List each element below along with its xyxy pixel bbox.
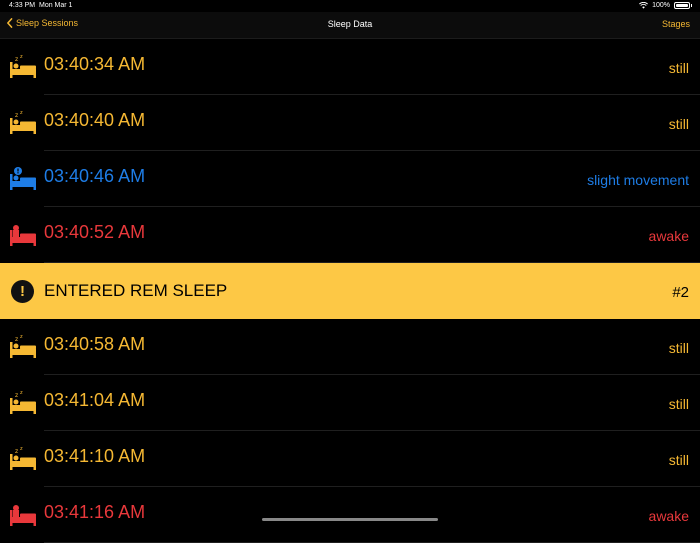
sleeping-bed-icon: zz: [9, 445, 37, 471]
entry-state: awake: [648, 508, 689, 524]
entry-state: still: [668, 452, 689, 468]
sleep-entry-row[interactable]: 03:41:16 AM awake: [0, 487, 700, 543]
entry-time: 03:40:46 AM: [44, 166, 146, 186]
entry-state: still: [668, 396, 689, 412]
entry-time: 03:40:52 AM: [44, 222, 146, 242]
sleep-entry-row[interactable]: 03:40:52 AM awake: [0, 207, 700, 263]
status-bar: 4:33 PM Mon Mar 1 100%: [0, 0, 700, 12]
entry-state: awake: [648, 228, 689, 244]
entry-state: still: [668, 340, 689, 356]
exclamation-icon: !: [11, 280, 34, 303]
svg-text:z: z: [20, 446, 23, 452]
sleeping-bed-icon: zz: [9, 109, 37, 135]
battery-icon: [674, 2, 690, 9]
entry-time: 03:40:34 AM: [44, 54, 146, 74]
sleep-entry-row[interactable]: z z 03:40:34 AM still: [0, 39, 700, 95]
status-right: 100%: [639, 2, 692, 9]
entry-time: 03:41:04 AM: [44, 390, 146, 410]
svg-text:z: z: [15, 392, 18, 399]
awake-bed-icon: [9, 501, 37, 527]
rem-sleep-banner[interactable]: ! ENTERED REM SLEEP #2: [0, 263, 700, 319]
sleep-entry-row[interactable]: 03:40:46 AM slight movement: [0, 151, 700, 207]
svg-text:z: z: [20, 334, 23, 340]
sleep-data-list: z z 03:40:34 AM still z z 03:40:40 AM still 03:4…: [0, 39, 700, 543]
svg-text:z: z: [15, 112, 18, 119]
battery-tip: [691, 4, 692, 7]
status-date: Mon Mar 1: [39, 2, 73, 9]
sleeping-bed-icon: zz: [9, 53, 37, 79]
svg-text:z: z: [15, 448, 18, 455]
movement-bed-icon: [9, 165, 37, 191]
svg-text:z: z: [20, 390, 23, 396]
entry-state: slight movement: [587, 172, 689, 188]
sleep-entry-row[interactable]: z z 03:41:04 AM still: [0, 375, 700, 431]
stages-button[interactable]: Stages: [662, 19, 690, 29]
entry-time: 03:40:40 AM: [44, 110, 146, 130]
banner-text: ENTERED REM SLEEP: [44, 281, 228, 300]
sleeping-bed-icon: zz: [9, 333, 37, 359]
entry-time: 03:41:10 AM: [44, 446, 146, 466]
status-time: 4:33 PM: [9, 2, 36, 9]
wifi-icon: [639, 2, 649, 9]
svg-text:z: z: [15, 56, 18, 63]
navigation-bar: Sleep Sessions Sleep Data Stages: [0, 12, 700, 39]
sleeping-bed-icon: zz: [9, 389, 37, 415]
sleep-entry-row[interactable]: z z 03:41:10 AM still: [0, 431, 700, 487]
banner-count: #2: [672, 284, 689, 301]
svg-text:z: z: [20, 54, 23, 60]
awake-bed-icon: [9, 221, 37, 247]
entry-state: still: [668, 116, 689, 132]
svg-text:z: z: [20, 110, 23, 116]
entry-time: 03:40:58 AM: [44, 334, 146, 354]
sleep-entry-row[interactable]: z z 03:40:58 AM still: [0, 319, 700, 375]
page-title: Sleep Data: [327, 19, 373, 29]
entry-time: 03:41:16 AM: [44, 502, 146, 522]
battery-percent: 100%: [652, 2, 670, 9]
entry-state: still: [668, 60, 689, 76]
sleep-entry-row[interactable]: z z 03:40:40 AM still: [0, 95, 700, 151]
home-indicator: [262, 518, 438, 521]
svg-text:z: z: [15, 336, 18, 343]
